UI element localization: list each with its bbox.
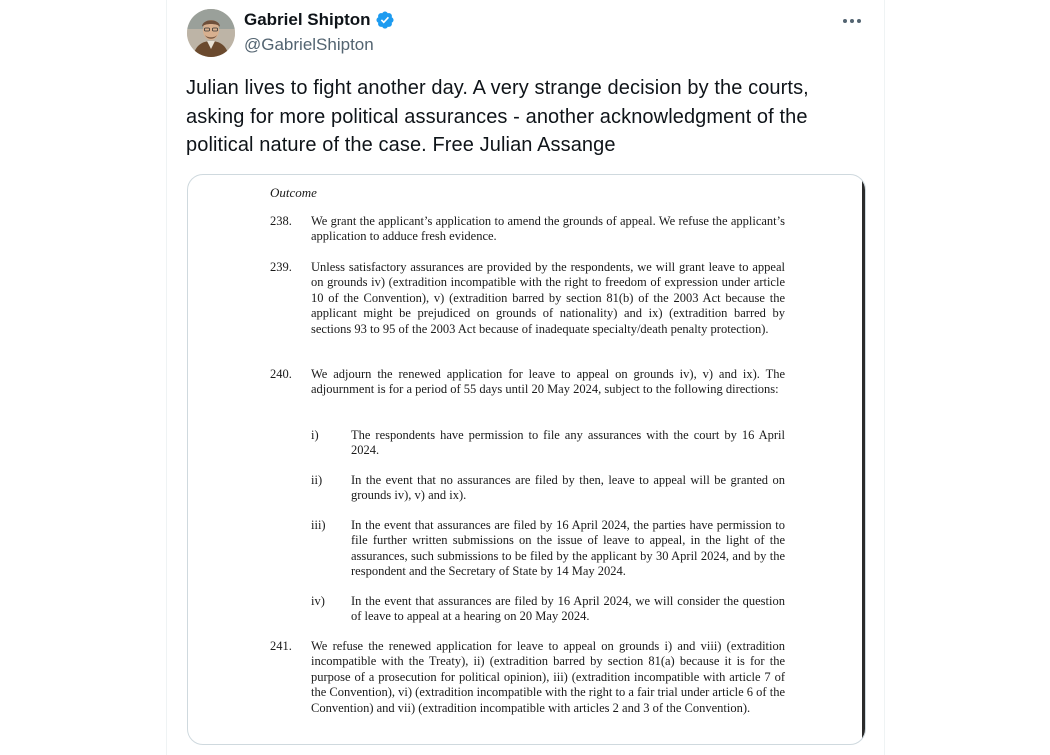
author-name-row: Gabriel Shipton	[244, 10, 395, 30]
author-name[interactable]: Gabriel Shipton	[244, 10, 371, 30]
document-heading: Outcome	[270, 185, 317, 200]
tweet-text: Julian lives to fight another day. A ver…	[186, 77, 809, 156]
more-options-icon[interactable]	[840, 12, 864, 30]
direction-text: The respondents have permission to file …	[351, 428, 785, 458]
direction-ii: ii) In the event that no assurances are …	[311, 473, 785, 504]
document-edge-shadow	[862, 175, 865, 744]
direction-text: In the event that assurances are filed b…	[351, 594, 785, 624]
author-handle[interactable]: @GabrielShipton	[244, 35, 374, 55]
paragraph-text: Unless satisfactory assurances are provi…	[311, 260, 785, 336]
court-document: Outcome 238. We grant the applicant’s ap…	[188, 175, 865, 744]
direction-text: In the event that assurances are filed b…	[351, 518, 785, 579]
paragraph-number: 240.	[270, 367, 292, 381]
direction-number: i)	[311, 428, 319, 442]
direction-iv: iv) In the event that assurances are fil…	[311, 594, 785, 625]
direction-iii: iii) In the event that assurances are fi…	[311, 518, 785, 580]
tweet-card: Gabriel Shipton @GabrielShipton Julian l…	[166, 0, 885, 755]
direction-text: In the event that no assurances are file…	[351, 473, 785, 503]
paragraph-240: 240. We adjourn the renewed application …	[270, 367, 785, 398]
paragraph-239: 239. Unless satisfactory assurances are …	[270, 260, 785, 337]
avatar-photo-icon	[187, 9, 235, 57]
paragraph-number: 239.	[270, 260, 292, 274]
paragraph-241: 241. We refuse the renewed application f…	[270, 639, 785, 716]
direction-number: ii)	[311, 473, 323, 487]
direction-number: iv)	[311, 594, 325, 608]
paragraph-text: We grant the applicant’s application to …	[311, 214, 785, 244]
paragraph-number: 238.	[270, 214, 292, 228]
tweet-media-image[interactable]: Outcome 238. We grant the applicant’s ap…	[187, 174, 866, 745]
paragraph-238: 238. We grant the applicant’s applicatio…	[270, 214, 785, 245]
paragraph-number: 241.	[270, 639, 292, 653]
verified-badge-icon[interactable]	[375, 10, 395, 30]
author-avatar[interactable]	[187, 9, 235, 57]
paragraph-text: We adjourn the renewed application for l…	[311, 367, 785, 397]
direction-number: iii)	[311, 518, 326, 532]
direction-i: i) The respondents have permission to fi…	[311, 428, 785, 459]
paragraph-text: We refuse the renewed application for le…	[311, 639, 785, 715]
